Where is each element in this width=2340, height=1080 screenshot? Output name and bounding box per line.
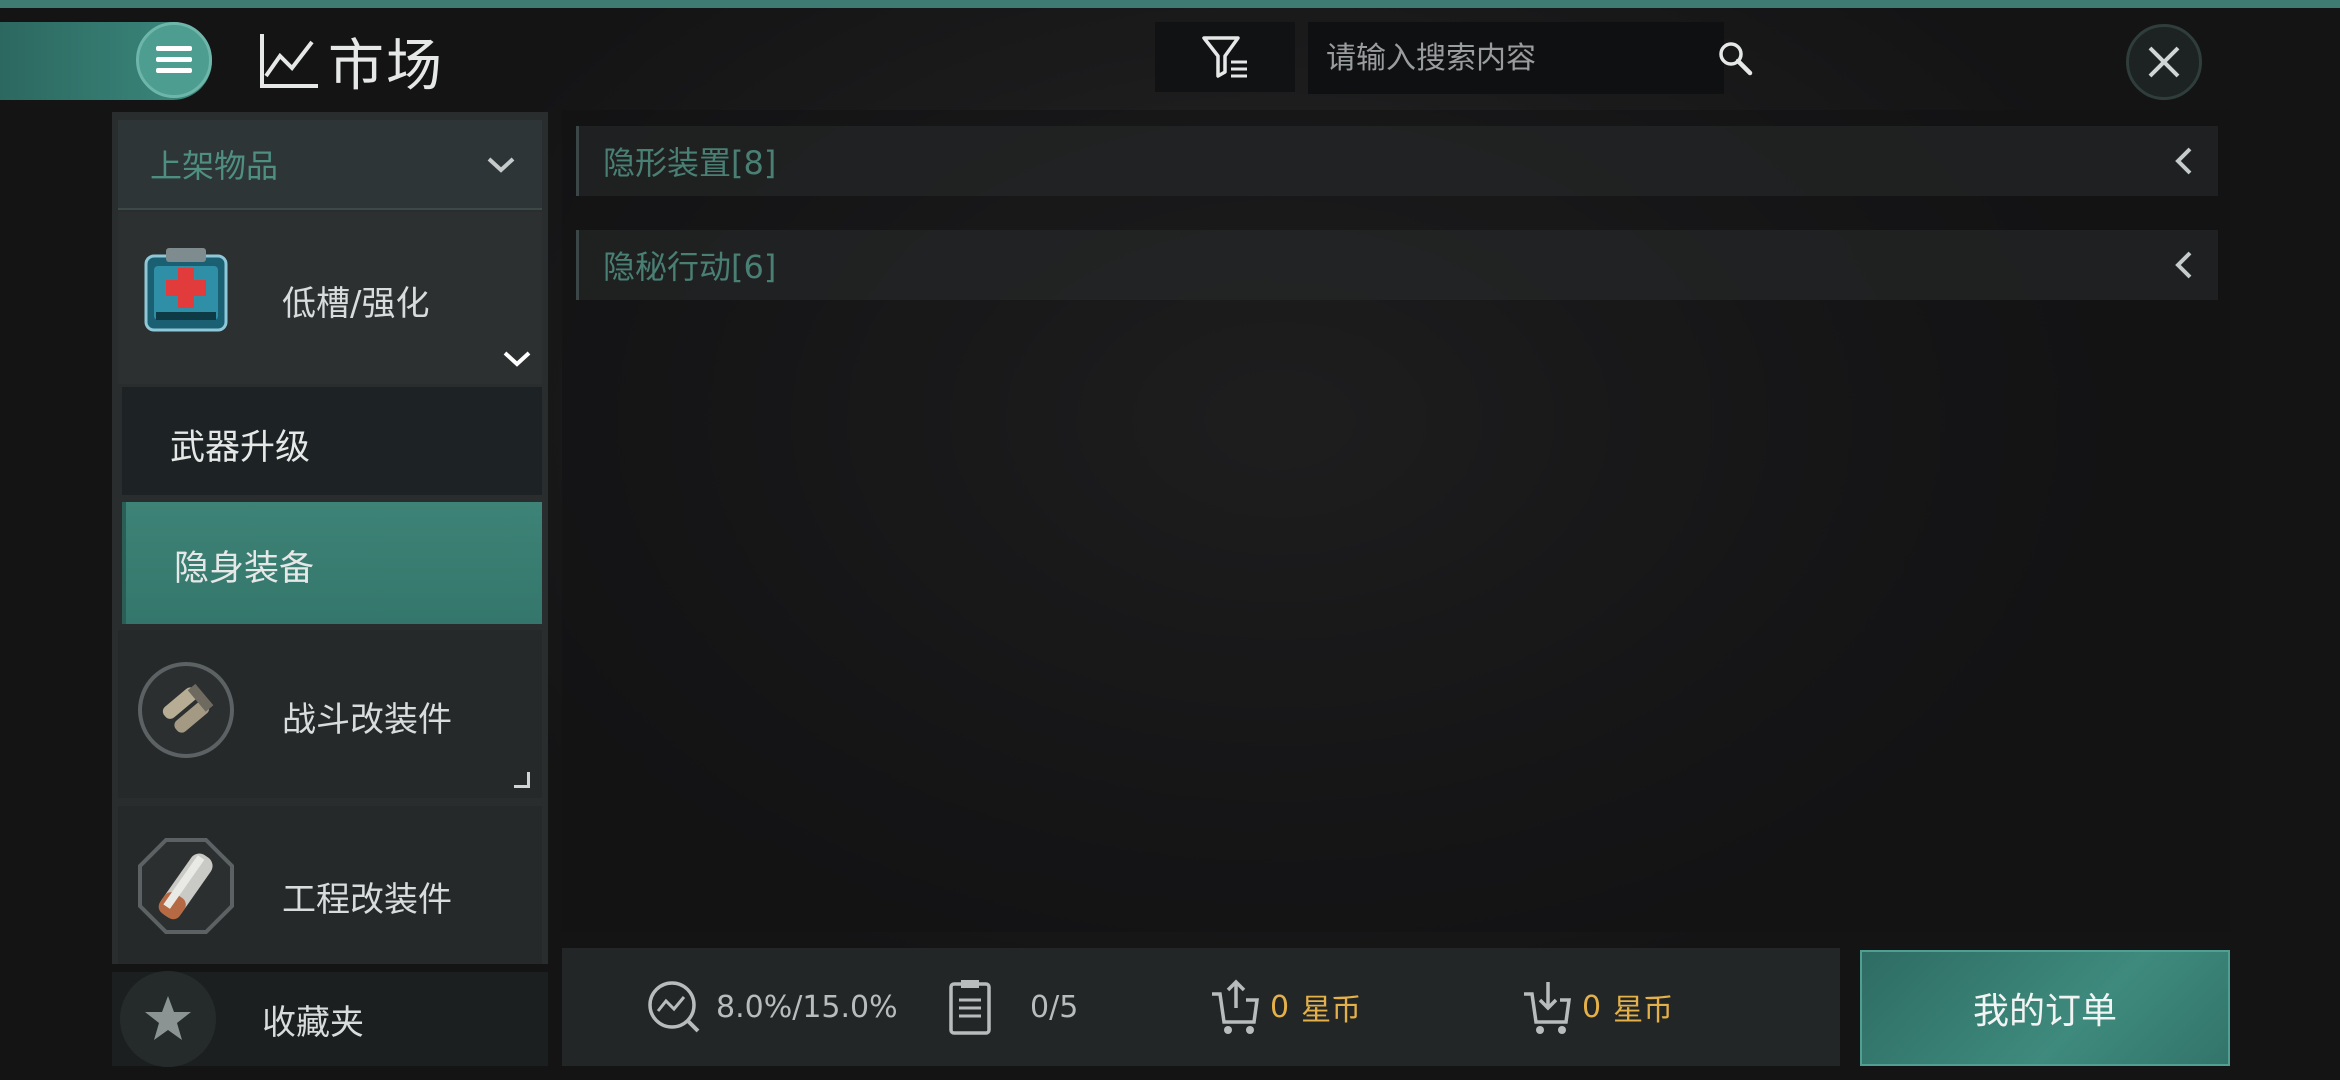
engineering-rig-icon: [138, 838, 234, 934]
combat-rig-icon: [138, 662, 234, 758]
category-item-low-slot[interactable]: 低槽/强化: [118, 212, 542, 384]
my-orders-button[interactable]: 我的订单: [1860, 950, 2230, 1066]
page-title: 市场: [328, 33, 444, 99]
search-icon: [1719, 42, 1753, 76]
search-button[interactable]: [1717, 22, 1753, 94]
buy-amount-value: 0: [1582, 989, 1602, 1025]
subcategory-label: 武器升级: [170, 428, 311, 468]
group-row-cloaking[interactable]: 隐形装置[8]: [576, 126, 2218, 196]
corner-marker: [514, 772, 530, 788]
category-item-engineering-rig[interactable]: 工程改装件: [118, 806, 542, 964]
category-label: 低槽/强化: [282, 284, 430, 324]
favorites-label: 收藏夹: [262, 1002, 364, 1043]
favorites-button[interactable]: 收藏夹: [112, 971, 548, 1067]
subcategory-item-stealth[interactable]: 隐身装备: [122, 502, 542, 624]
close-button[interactable]: [2126, 24, 2202, 100]
search-input[interactable]: [1308, 22, 1699, 94]
page-title-group: 市场: [258, 26, 444, 99]
sell-currency-label: 星币: [1301, 993, 1362, 1028]
hamburger-menu-icon: [156, 46, 192, 74]
cart-upload-icon: [1212, 979, 1260, 1034]
category-label: 工程改装件: [282, 880, 452, 920]
star-icon: [145, 996, 191, 1040]
cart-download-icon: [1524, 982, 1572, 1034]
group-label: 隐秘行动[6]: [603, 248, 777, 286]
sell-amount-value: 0: [1270, 989, 1290, 1025]
chevron-left-icon: [2175, 147, 2192, 175]
search-box: [1308, 22, 1753, 94]
top-accent-strip: [0, 0, 2340, 8]
category-label: 战斗改装件: [282, 700, 452, 740]
group-label: 隐形装置[8]: [603, 144, 777, 182]
category-item-combat-rig[interactable]: 战斗改装件: [118, 630, 542, 798]
chevron-down-icon: [487, 157, 515, 173]
group-row-covert-ops[interactable]: 隐秘行动[6]: [576, 230, 2218, 300]
market-list-panel: 隐形装置[8] 隐秘行动[6]: [562, 110, 2230, 932]
listing-type-dropdown[interactable]: 上架物品: [118, 120, 542, 210]
category-sidebar: 上架物品 低槽/强化 武器升级 隐身装备 战斗改装件 工程改装件: [112, 112, 548, 964]
favorites-star-badge: [120, 971, 216, 1067]
buy-amount-stat: 0 星币: [1522, 948, 1673, 1066]
clipboard-icon: [949, 980, 991, 1035]
subcategory-label: 隐身装备: [174, 549, 315, 589]
filter-icon: [1202, 36, 1247, 78]
close-icon: [2148, 46, 2180, 78]
tax-rate-stat: 8.0%/15.0%: [646, 948, 898, 1066]
sell-amount-stat: 0 星币: [1210, 948, 1361, 1066]
status-bar: 8.0%/15.0% 0/5 0 星币 0 星币: [562, 948, 1840, 1066]
tax-rate-icon: [648, 981, 700, 1033]
dropdown-label: 上架物品: [150, 147, 279, 185]
chevron-left-icon: [2175, 251, 2192, 279]
tax-rate-value: 8.0%/15.0%: [716, 989, 898, 1025]
filter-button[interactable]: [1155, 22, 1295, 92]
order-count-value: 0/5: [1030, 989, 1079, 1025]
buy-currency-label: 星币: [1613, 993, 1674, 1028]
subcategory-item-weapon-upgrade[interactable]: 武器升级: [122, 387, 542, 495]
chart-line-icon: [260, 34, 318, 88]
order-count-stat: 0/5: [948, 948, 1078, 1066]
menu-button[interactable]: [136, 22, 212, 98]
chevron-down-icon: [503, 351, 531, 367]
medkit-module-icon: [144, 248, 228, 332]
